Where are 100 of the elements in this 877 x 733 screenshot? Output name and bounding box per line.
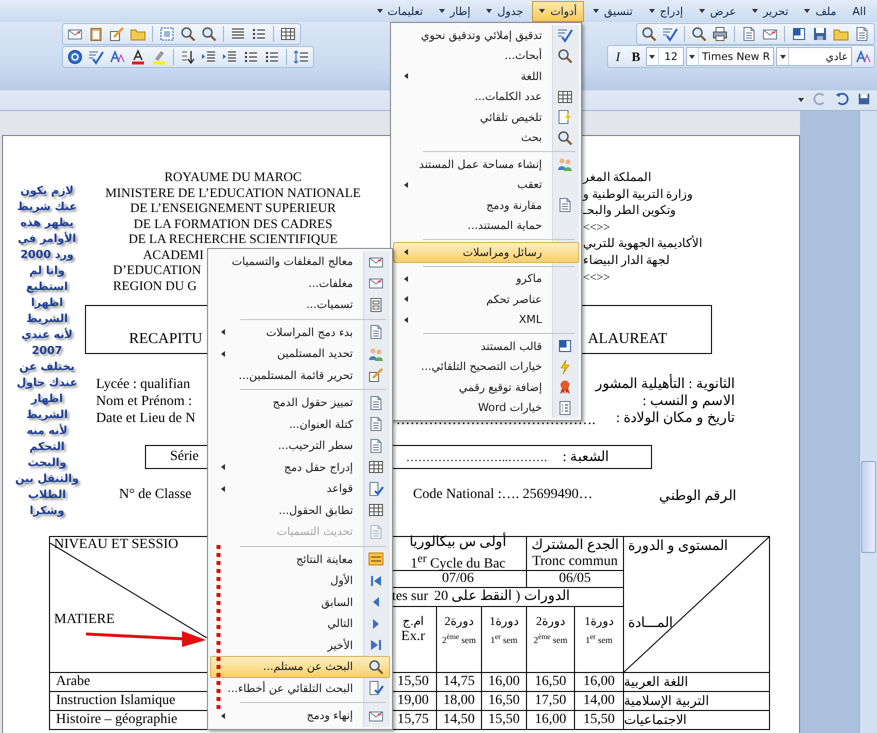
table-cell: التربية الإسلامية	[624, 693, 710, 709]
menu-item[interactable]: السابق	[210, 592, 390, 613]
undo-icon[interactable]	[835, 92, 849, 106]
lines-icon	[230, 26, 246, 42]
preview-icon	[368, 551, 384, 568]
menu-tab[interactable]: أدوات	[532, 0, 584, 22]
menu-item[interactable]: البحث التلقائي عن أخطاء...	[210, 678, 390, 699]
menu-item[interactable]: كتلة العنوان...	[210, 414, 390, 435]
column-header: الجدع المشترك	[531, 538, 619, 554]
menu-item[interactable]: التالي	[210, 613, 390, 634]
page-icon	[368, 416, 384, 432]
column-header: 2$^{ème}$ sem	[534, 631, 568, 647]
page-check-icon	[368, 480, 384, 497]
menu-item[interactable]: الأول	[210, 570, 390, 592]
menu-item[interactable]: تلخيص تلقائي	[393, 107, 579, 128]
menu-item[interactable]: بدء دمج المراسلات	[210, 322, 390, 343]
header-label: المـــادة	[628, 616, 673, 632]
table-cell: 15,50	[488, 712, 520, 728]
field-label: الاسم و النسب :	[642, 393, 735, 410]
menu-item[interactable]: إضافة توقيع رقمي	[393, 377, 579, 398]
menu-item[interactable]: عدد الكلمات...	[393, 86, 579, 107]
column-header: أولى س بيكالوريا	[410, 534, 506, 551]
page-icon	[854, 26, 870, 42]
menu-item[interactable]: إنشاء مساحة عمل المستند	[393, 154, 579, 174]
menu-tab[interactable]: جدول	[479, 0, 530, 22]
column-header: دورة2	[444, 613, 474, 629]
menu-item[interactable]: خيارات التصحيح التلقائي...	[393, 356, 579, 377]
field-label: Série	[170, 449, 199, 465]
menu-tab[interactable]: ملف	[797, 0, 844, 22]
menu-item[interactable]: تطابق الحقول...	[210, 500, 390, 521]
menu-item[interactable]: أبحاث...	[393, 46, 579, 66]
menu-item[interactable]: معاينة النتائج	[210, 548, 390, 570]
menu-item[interactable]: ماكرو	[393, 268, 579, 289]
menu-item[interactable]: إدراج حقل دمج	[210, 456, 390, 478]
menu-tab[interactable]: تعليمات	[370, 0, 430, 22]
menu-item[interactable]: تحرير قائمة المستلمين...	[210, 364, 390, 386]
magnifier-icon	[368, 658, 384, 675]
menu-item[interactable]: الأخير	[210, 634, 390, 656]
menu-tab[interactable]: تحرير	[745, 0, 796, 22]
menu-item[interactable]: تحديد المستلمين	[210, 343, 390, 364]
indent-icon	[201, 48, 217, 64]
page-icon	[557, 197, 573, 214]
header-text: وتكوين الطر والبحـ	[583, 202, 676, 219]
menu-tab[interactable]: إطار	[432, 0, 478, 22]
menu-item[interactable]: تعقب	[393, 174, 579, 195]
font-size-dropdown[interactable]: 12	[646, 47, 684, 66]
header-text: وزارة التربية الوطنية و	[583, 186, 693, 202]
menu-item[interactable]: عناصر تحكم	[393, 289, 579, 310]
fit-page-icon	[159, 26, 175, 42]
field-label: الثانوية : التأهيلية المشور	[596, 376, 735, 393]
checkmark-icon	[88, 48, 104, 64]
checkmark-icon	[662, 26, 678, 42]
menu-item[interactable]: سطر الترحيب...	[210, 435, 390, 456]
menu-item[interactable]: اللغة	[393, 66, 579, 86]
menu-tab[interactable]: تنسيق	[586, 0, 640, 22]
header-text: المملكة المغر	[583, 169, 651, 186]
menu-item[interactable]: البحث عن مستلم...	[210, 656, 390, 678]
field-label: Nom et Prénom :	[96, 393, 192, 410]
menu-item[interactable]: مقارنة ودمج	[393, 195, 579, 216]
header-text: DE L’ENSEIGNEMENT SUPERIEUR	[130, 200, 336, 216]
menu-item[interactable]: إنهاء ودمج	[210, 705, 390, 726]
menu-item[interactable]: تدقيق إملائي وتدقيق نحوي	[393, 25, 579, 46]
column-header: دورة2	[536, 613, 565, 629]
menu-item[interactable]: قالب المستند	[393, 336, 579, 356]
menu-item[interactable]: رسائل ومراسلات	[393, 242, 579, 262]
font-dropdown[interactable]: Times New R	[686, 47, 774, 66]
menu-item[interactable]: مغلفات...	[210, 272, 390, 294]
note-text: لازم يكون عنك شريط يظهر هذه الأوامر في ورد 2000 وانا لم استطيع اظهرا الشريط لأنه عندي 2007 يختلف عن عندك حاول اظهار الشريط لأنه منه التحكم والبحث والتنقل بين الطلاب وشكرا	[14, 183, 80, 519]
scrollbar[interactable]	[859, 111, 877, 733]
menu-item[interactable]: XML	[393, 310, 579, 330]
menu-item[interactable]: تمييز حقول الدمج	[210, 392, 390, 414]
caret-icon	[699, 9, 706, 13]
save-icon	[812, 26, 828, 42]
table-cell: Histoire – géographie	[56, 712, 178, 728]
grid-icon	[557, 88, 573, 105]
styles-icon	[109, 48, 125, 64]
caret-icon	[221, 329, 225, 336]
table-cell: 16,00	[583, 674, 615, 690]
menu-item[interactable]: بحث	[393, 128, 579, 148]
menu-item[interactable]: حماية المستند...	[393, 216, 579, 236]
column-header: 1$^{er}$ sem	[585, 631, 613, 647]
menu-tab[interactable]: All	[845, 0, 873, 22]
grid-icon	[368, 459, 384, 476]
column-header: 2$^{ème}$ sem	[442, 631, 476, 647]
menu-tab[interactable]: إدراج	[642, 0, 690, 22]
header-text: REGION DU G	[113, 278, 197, 293]
header-text: <<>>	[583, 268, 610, 286]
style-dropdown[interactable]: عادي	[776, 47, 852, 66]
page-icon	[368, 324, 384, 340]
caret-icon	[486, 9, 492, 13]
menu-item[interactable]: تسميات...	[210, 294, 390, 316]
menu-tab[interactable]: عرض	[692, 0, 744, 22]
menu-item[interactable]: معالج المغلفات والتسميات	[210, 251, 390, 272]
menu-item[interactable]: قواعد	[210, 478, 390, 500]
caret-icon	[404, 276, 408, 282]
save-icon[interactable]	[857, 92, 871, 106]
header-label: المستوى و الدورة	[628, 539, 728, 555]
italic-button[interactable]: I	[610, 48, 626, 66]
line-spacing-icon	[293, 48, 309, 64]
bold-button[interactable]: B	[628, 48, 644, 66]
